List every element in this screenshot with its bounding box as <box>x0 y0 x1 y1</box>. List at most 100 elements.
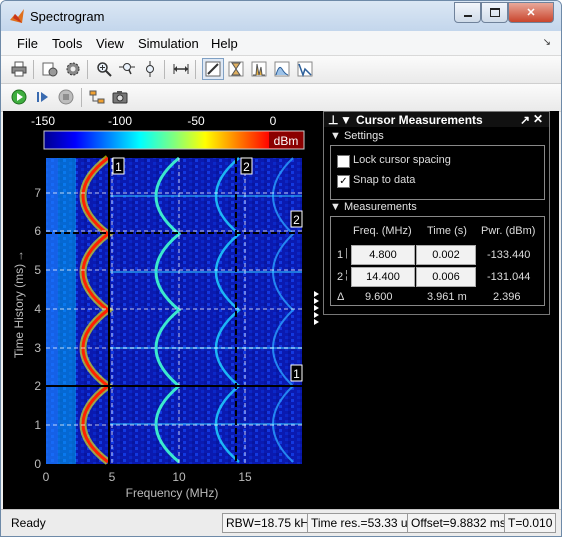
minimize-icon <box>463 14 472 17</box>
col-pwr-header: Pwr. (dBm) <box>481 225 536 237</box>
cursor-marker-icon: | <box>345 247 348 259</box>
maximize-icon <box>489 8 500 17</box>
expand-arrow-icon[interactable] <box>314 305 319 311</box>
panel-title-bar: ⊥ ▼ Cursor Measurements ↗ ✕ <box>324 112 549 127</box>
close-icon: ✕ <box>526 7 536 19</box>
time-cursor-icon[interactable] <box>227 60 245 78</box>
lock-cursor-spacing-label: Lock cursor spacing <box>353 154 451 166</box>
title-bar: Spectrogram ✕ <box>1 1 561 31</box>
menu-file[interactable]: File <box>17 36 38 51</box>
status-t: T=0.010 <box>504 513 557 533</box>
zoom-in-icon[interactable] <box>95 60 113 78</box>
measurements-label: Measurements <box>343 201 417 213</box>
toolbar-separator <box>164 60 165 79</box>
toolbar-simulation <box>1 84 561 112</box>
menu-simulation[interactable]: Simulation <box>138 36 199 51</box>
spectrogram-image <box>46 155 302 465</box>
x-axis: 0 5 10 15 <box>43 470 252 484</box>
colorbar-unit: dBm <box>274 134 299 148</box>
status-offset: Offset=9.8832 ms <box>407 513 510 533</box>
measurements-table: Freq. (MHz) Time (s) Pwr. (dBm) 1 | 4.80… <box>330 216 545 306</box>
status-time-res: Time res.=53.33 us <box>307 513 418 533</box>
y-tick-label: 3 <box>34 341 41 355</box>
data-cursors-icon[interactable] <box>202 58 224 80</box>
expand-arrow-icon[interactable] <box>314 298 319 304</box>
run-icon[interactable] <box>10 88 28 106</box>
undock-icon[interactable]: ↗ <box>520 113 530 127</box>
distortion-icon[interactable] <box>296 60 314 78</box>
menu-bar: File Tools View Simulation Help ↘ <box>1 31 561 56</box>
y-tick-label: 1 <box>34 418 41 432</box>
delta-pwr: 2.396 <box>493 291 521 303</box>
panel-title: Cursor Measurements <box>356 113 483 127</box>
toolbar-separator <box>81 88 82 107</box>
row2-time-field[interactable]: 0.006 <box>416 267 476 287</box>
menu-tools[interactable]: Tools <box>52 36 82 51</box>
close-button[interactable]: ✕ <box>508 2 554 23</box>
row2-freq-field[interactable]: 14.400 <box>351 267 415 287</box>
row2-id: 2 <box>337 271 344 283</box>
autoscale-icon[interactable] <box>172 60 190 78</box>
x-tick-label: 5 <box>109 470 116 484</box>
y-axis: 0 1 2 3 4 5 6 7 <box>34 186 41 471</box>
y-axis-label: Time History (ms) <box>12 264 26 358</box>
status-state: Ready <box>11 516 46 530</box>
highlight-block-icon[interactable] <box>88 88 106 106</box>
toolbar-separator <box>33 60 34 79</box>
menu-help[interactable]: Help <box>211 36 238 51</box>
colorbar-gradient <box>43 130 305 150</box>
snap-to-data-label: Snap to data <box>353 174 416 186</box>
zoom-x-icon[interactable] <box>118 60 136 78</box>
stop-icon[interactable] <box>57 88 75 106</box>
toolbar-main <box>1 56 561 84</box>
expand-arrow-icon[interactable] <box>314 312 319 318</box>
section-expand-icon: ▼ <box>330 130 341 142</box>
row1-time-field[interactable]: 0.002 <box>416 245 476 265</box>
cursor-marker-icon: ¦ <box>345 269 348 281</box>
colorbar-tick-label: -50 <box>187 114 205 128</box>
collapse-icon[interactable]: ▼ <box>340 113 352 127</box>
parameters-icon[interactable] <box>41 60 59 78</box>
cursor-measurements-panel: ⊥ ▼ Cursor Measurements ↗ ✕ ▼ Settings L… <box>323 111 550 315</box>
panel-close-icon[interactable]: ✕ <box>533 112 543 126</box>
pin-icon[interactable]: ⊥ <box>328 113 338 127</box>
step-forward-icon[interactable] <box>34 88 52 106</box>
minimize-button[interactable] <box>454 2 481 23</box>
menu-view[interactable]: View <box>96 36 124 51</box>
row1-id: 1 <box>337 249 344 261</box>
delta-freq: 9.600 <box>365 291 393 303</box>
channel-measurements-icon[interactable] <box>273 60 291 78</box>
delta-time: 3.961 m <box>427 291 467 303</box>
snapshot-icon[interactable] <box>111 88 129 106</box>
x-tick-label: 10 <box>172 470 186 484</box>
y-tick-label: 5 <box>34 263 41 277</box>
y-tick-label: 2 <box>34 379 41 393</box>
col-time-header: Time (s) <box>427 225 467 237</box>
expand-arrow-icon[interactable] <box>314 319 319 325</box>
dock-arrow-icon[interactable]: ↘ <box>543 37 551 48</box>
toolbar-separator <box>195 60 196 79</box>
measurements-section-header[interactable]: ▼ Measurements <box>330 201 417 213</box>
expand-arrow-icon[interactable] <box>314 291 319 297</box>
settings-box: Lock cursor spacing ✓ Snap to data <box>330 145 545 200</box>
colorbar-tick-label: -100 <box>108 114 132 128</box>
matlab-icon <box>10 9 24 23</box>
hcursor-1-label: 1 <box>293 367 300 381</box>
colorbar-tick-label: 0 <box>270 114 277 128</box>
row2-pwr: -131.044 <box>487 271 531 283</box>
maximize-button[interactable] <box>481 2 508 23</box>
col-freq-header: Freq. (MHz) <box>353 225 412 237</box>
y-axis-arrow-icon: → <box>12 250 26 262</box>
row1-freq-field[interactable]: 4.800 <box>351 245 415 265</box>
y-tick-label: 7 <box>34 186 41 200</box>
settings-icon[interactable] <box>64 60 82 78</box>
peak-finder-icon[interactable] <box>250 60 268 78</box>
print-icon[interactable] <box>10 60 28 78</box>
settings-section-header[interactable]: ▼ Settings <box>330 130 384 142</box>
toolbar-separator <box>87 60 88 79</box>
zoom-y-icon[interactable] <box>141 60 159 78</box>
lock-cursor-spacing-checkbox[interactable] <box>337 155 350 168</box>
x-axis-label: Frequency (MHz) <box>126 486 219 500</box>
snap-to-data-checkbox[interactable]: ✓ <box>337 175 350 188</box>
colorbar: -150 -100 -50 0 dBm <box>31 114 305 150</box>
